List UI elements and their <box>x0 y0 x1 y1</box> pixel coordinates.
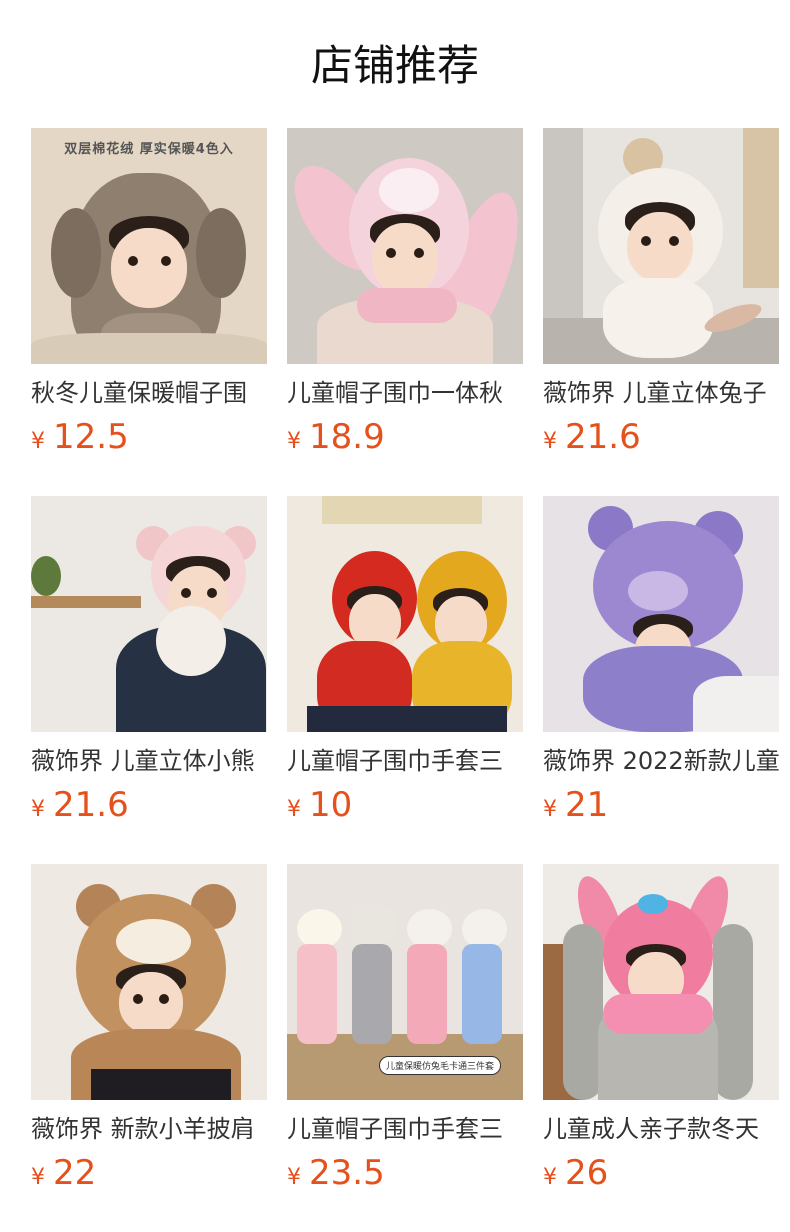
product-price: 21.6 <box>53 785 129 825</box>
product-name[interactable]: 薇饰界 儿童立体小熊 <box>31 744 267 778</box>
currency-symbol: ¥ <box>31 797 45 822</box>
product-price: 26 <box>565 1153 609 1193</box>
price-row: ¥ 21.6 <box>543 414 641 460</box>
product-card[interactable]: 儿童帽子围巾手套三 ¥ 10 <box>287 496 523 864</box>
product-card[interactable]: 薇饰界 2022新款儿童 ¥ 21 <box>543 496 779 864</box>
image-tag-text: 儿童保暖仿兔毛卡通三件套 <box>379 1056 502 1075</box>
product-name[interactable]: 儿童帽子围巾手套三 <box>287 1112 523 1146</box>
product-image[interactable] <box>287 128 523 364</box>
product-price: 12.5 <box>53 417 129 457</box>
product-image[interactable] <box>31 496 267 732</box>
currency-symbol: ¥ <box>31 1165 45 1190</box>
currency-symbol: ¥ <box>287 429 301 454</box>
product-image[interactable] <box>287 496 523 732</box>
currency-symbol: ¥ <box>543 1165 557 1190</box>
price-row: ¥ 21 <box>543 782 608 828</box>
product-name[interactable]: 薇饰界 新款小羊披肩 <box>31 1112 267 1146</box>
product-image[interactable] <box>31 864 267 1100</box>
product-image[interactable] <box>543 128 779 364</box>
product-image[interactable]: 双层棉花绒 厚实保暖4色入 <box>31 128 267 364</box>
product-card[interactable]: 薇饰界 新款小羊披肩 ¥ 22 <box>31 864 267 1232</box>
price-row: ¥ 23.5 <box>287 1150 385 1196</box>
product-card[interactable]: 薇饰界 儿童立体小熊 ¥ 21.6 <box>31 496 267 864</box>
product-name[interactable]: 儿童成人亲子款冬天 <box>543 1112 779 1146</box>
product-card[interactable]: 儿童保暖仿兔毛卡通三件套 儿童帽子围巾手套三 ¥ 23.5 <box>287 864 523 1232</box>
price-row: ¥ 21.6 <box>31 782 129 828</box>
page-title: 店铺推荐 <box>310 41 479 90</box>
product-price: 21.6 <box>565 417 641 457</box>
product-price: 21 <box>565 785 609 825</box>
product-card[interactable]: 薇饰界 儿童立体兔子 ¥ 21.6 <box>543 128 779 496</box>
product-price: 22 <box>53 1153 97 1193</box>
currency-symbol: ¥ <box>543 429 557 454</box>
price-row: ¥ 22 <box>31 1150 96 1196</box>
price-row: ¥ 26 <box>543 1150 608 1196</box>
product-price: 23.5 <box>309 1153 385 1193</box>
currency-symbol: ¥ <box>287 1165 301 1190</box>
price-row: ¥ 10 <box>287 782 352 828</box>
product-card[interactable]: 儿童成人亲子款冬天 ¥ 26 <box>543 864 779 1232</box>
product-name[interactable]: 秋冬儿童保暖帽子围 <box>31 376 267 410</box>
currency-symbol: ¥ <box>287 797 301 822</box>
currency-symbol: ¥ <box>31 429 45 454</box>
product-card[interactable]: 双层棉花绒 厚实保暖4色入 秋冬儿童保暖帽子围 ¥ 12.5 <box>31 128 267 496</box>
product-image[interactable] <box>543 496 779 732</box>
product-price: 18.9 <box>309 417 385 457</box>
product-grid: 双层棉花绒 厚实保暖4色入 秋冬儿童保暖帽子围 ¥ 12.5 儿童帽子围巾一体秋… <box>31 128 779 1232</box>
product-card[interactable]: 儿童帽子围巾一体秋 ¥ 18.9 <box>287 128 523 496</box>
price-row: ¥ 18.9 <box>287 414 385 460</box>
currency-symbol: ¥ <box>543 797 557 822</box>
price-row: ¥ 12.5 <box>31 414 129 460</box>
product-image[interactable] <box>543 864 779 1100</box>
product-name[interactable]: 儿童帽子围巾手套三 <box>287 744 523 778</box>
image-banner-text: 双层棉花绒 厚实保暖4色入 <box>64 142 234 157</box>
product-image[interactable]: 儿童保暖仿兔毛卡通三件套 <box>287 864 523 1100</box>
product-name[interactable]: 薇饰界 2022新款儿童 <box>543 744 779 778</box>
product-price: 10 <box>309 785 353 825</box>
product-name[interactable]: 薇饰界 儿童立体兔子 <box>543 376 779 410</box>
product-name[interactable]: 儿童帽子围巾一体秋 <box>287 376 523 410</box>
